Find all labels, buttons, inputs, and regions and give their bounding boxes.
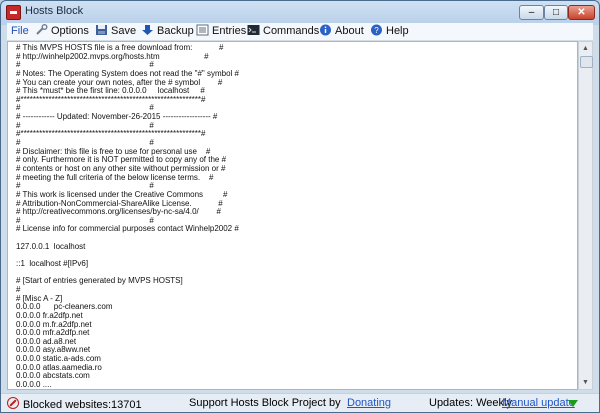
menu-file[interactable]: File (11, 24, 29, 39)
title-bar[interactable]: Hosts Block – □ ✕ (1, 1, 599, 23)
menu-commands-label: Commands (263, 25, 320, 37)
hosts-text-editor[interactable]: # This MVPS HOSTS file is a free downloa… (7, 41, 578, 390)
status-bar: Blocked websites:13701 Support Hosts Blo… (1, 393, 599, 412)
vertical-scrollbar[interactable]: ▲ ▼ (578, 41, 593, 390)
close-button[interactable]: ✕ (568, 5, 595, 20)
menu-backup[interactable]: Backup (141, 24, 194, 39)
hosts-text-content: # This MVPS HOSTS file is a free downloa… (16, 43, 239, 389)
manual-update-link[interactable]: Manual update (502, 397, 575, 409)
scroll-up-icon[interactable]: ▲ (579, 42, 592, 55)
menu-commands[interactable]: Commands (247, 24, 319, 39)
wrench-icon (35, 24, 48, 36)
maximize-button[interactable]: □ (544, 5, 568, 20)
hosts-line: 127.0.0.1 localhost (16, 241, 86, 251)
maximize-icon: □ (552, 7, 560, 18)
menu-save[interactable]: Save (95, 24, 136, 39)
menu-about[interactable]: About (319, 24, 364, 39)
menu-options-label: Options (51, 25, 89, 37)
minimize-icon: – (528, 7, 535, 18)
blocked-count: Blocked websites:13701 (7, 397, 142, 411)
floppy-icon (95, 24, 108, 36)
hosts-line: ::1 localhost #[IPv6] (16, 259, 89, 269)
minimize-button[interactable]: – (519, 5, 544, 20)
hosts-line: # [Start of entries generated by MVPS HO… (16, 276, 183, 286)
terminal-icon (247, 24, 260, 36)
menu-entries[interactable]: Entries (196, 24, 246, 39)
hosts-line: 0.0.0.0 .... (16, 379, 52, 389)
app-icon (6, 5, 21, 20)
menu-entries-label: Entries (212, 25, 247, 37)
menu-options[interactable]: Options (35, 24, 89, 39)
menu-help[interactable]: ? Help (370, 24, 409, 39)
scrollbar-thumb[interactable] (580, 56, 593, 68)
list-icon (196, 24, 209, 36)
updates-text: Updates: Weekly (429, 397, 512, 409)
update-arrow-icon[interactable] (568, 400, 578, 407)
app-window: Hosts Block – □ ✕ File Options Save Back… (0, 0, 600, 413)
blocked-icon (7, 397, 19, 409)
menu-help-label: Help (386, 25, 409, 37)
svg-text:?: ? (374, 26, 379, 35)
support-text: Support Hosts Block Project by (189, 397, 341, 409)
window-title: Hosts Block (25, 5, 84, 17)
info-icon (319, 24, 332, 36)
menu-save-label: Save (111, 25, 137, 37)
hosts-line: # License info for commercial purposes c… (16, 224, 239, 234)
close-icon: ✕ (577, 7, 586, 18)
help-icon: ? (370, 24, 383, 36)
download-arrow-icon (141, 24, 154, 36)
donating-link[interactable]: Donating (347, 397, 391, 409)
menu-bar: File Options Save Backup Entries Command (7, 23, 593, 41)
menu-backup-label: Backup (157, 25, 194, 37)
menu-about-label: About (335, 25, 364, 37)
blocked-text: Blocked websites:13701 (23, 399, 142, 411)
scroll-down-icon[interactable]: ▼ (579, 376, 592, 389)
